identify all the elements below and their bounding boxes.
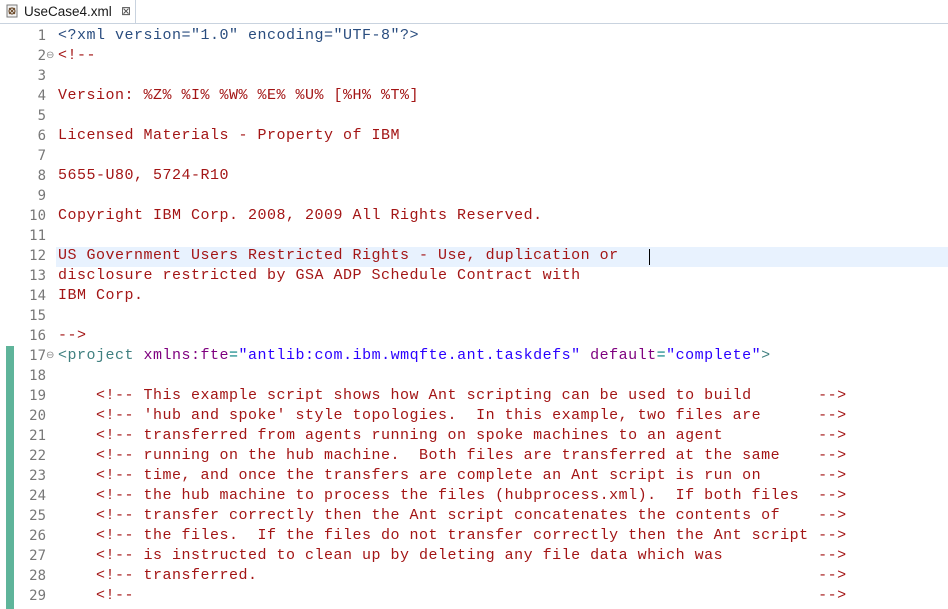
xml-equals: =	[229, 347, 239, 364]
code-text: <?xml version="1.0" encoding="UTF-8"?>	[58, 27, 420, 44]
code-line[interactable]: 16 -->	[0, 326, 948, 346]
code-line[interactable]: 1 <?xml version="1.0" encoding="UTF-8"?>	[0, 26, 948, 46]
code-line[interactable]: 23 <!-- time, and once the transfers are…	[0, 466, 948, 486]
code-text: <!-- transferred. -->	[58, 567, 847, 584]
code-line[interactable]: 18	[0, 366, 948, 386]
tab-usecase4-xml[interactable]: UseCase4.xml ⊠	[0, 0, 136, 23]
code-line[interactable]: 9	[0, 186, 948, 206]
code-text: Licensed Materials - Property of IBM	[58, 127, 401, 144]
xml-file-icon	[6, 4, 18, 18]
code-line[interactable]: 22 <!-- running on the hub machine. Both…	[0, 446, 948, 466]
code-line[interactable]: 25 <!-- transfer correctly then the Ant …	[0, 506, 948, 526]
code-text: IBM Corp.	[58, 287, 144, 304]
code-text: <project xmlns:fte="antlib:com.ibm.wmqft…	[58, 346, 771, 366]
line-number: 25	[29, 508, 46, 524]
line-number: 17	[29, 348, 46, 364]
xml-attribute-name: default	[580, 347, 657, 364]
line-number: 15	[29, 308, 46, 324]
xml-attribute-value: "complete"	[666, 347, 762, 364]
code-line[interactable]: 2 ⊖ <!--	[0, 46, 948, 66]
fold-toggle-icon[interactable]: ⊖	[46, 346, 56, 366]
line-number: 29	[29, 588, 46, 604]
code-text: -->	[58, 327, 87, 344]
close-icon[interactable]: ⊠	[121, 3, 131, 19]
code-line[interactable]: 15	[0, 306, 948, 326]
line-number: 13	[29, 268, 46, 284]
code-line[interactable]: 21 <!-- transferred from agents running …	[0, 426, 948, 446]
code-line[interactable]: 10 Copyright IBM Corp. 2008, 2009 All Rig…	[0, 206, 948, 226]
code-line[interactable]: 20 <!-- 'hub and spoke' style topologies…	[0, 406, 948, 426]
code-text: US Government Users Restricted Rights - …	[58, 247, 619, 264]
code-line[interactable]: 3	[0, 66, 948, 86]
line-number: 22	[29, 448, 46, 464]
code-text: <!-- 'hub and spoke' style topologies. I…	[58, 407, 847, 424]
code-text: <!-- the hub machine to process the file…	[58, 487, 847, 504]
tab-title: UseCase4.xml	[24, 4, 112, 19]
line-number: 18	[29, 368, 46, 384]
xml-tag-close: >	[761, 347, 771, 364]
fold-toggle-icon[interactable]: ⊖	[46, 46, 56, 66]
code-text: <!-- transfer correctly then the Ant scr…	[58, 507, 847, 524]
code-line[interactable]: 7	[0, 146, 948, 166]
line-number: 9	[37, 188, 46, 204]
line-number: 6	[37, 128, 46, 144]
code-text: disclosure restricted by GSA ADP Schedul…	[58, 267, 581, 284]
code-line[interactable]: 11	[0, 226, 948, 246]
line-number: 24	[29, 488, 46, 504]
code-line[interactable]: 8 5655-U80, 5724-R10	[0, 166, 948, 186]
code-line[interactable]: 28 <!-- transferred. -->	[0, 566, 948, 586]
code-text: <!-- is instructed to clean up by deleti…	[58, 547, 847, 564]
editor-tab-bar: UseCase4.xml ⊠	[0, 0, 948, 24]
line-number: 8	[37, 168, 46, 184]
line-number: 1	[37, 28, 46, 44]
code-line[interactable]: 4 Version: %Z% %I% %W% %E% %U% [%H% %T%]	[0, 86, 948, 106]
line-number: 7	[37, 148, 46, 164]
code-line[interactable]: 13 disclosure restricted by GSA ADP Sched…	[0, 266, 948, 286]
line-number: 10	[29, 208, 46, 224]
line-number: 19	[29, 388, 46, 404]
xml-source-editor[interactable]: 1 <?xml version="1.0" encoding="UTF-8"?> 2…	[0, 24, 948, 609]
line-number: 3	[37, 68, 46, 84]
code-line[interactable]: 27 <!-- is instructed to clean up by del…	[0, 546, 948, 566]
code-text: 5655-U80, 5724-R10	[58, 167, 230, 184]
line-number: 11	[29, 228, 46, 244]
code-line[interactable]: 6 Licensed Materials - Property of IBM	[0, 126, 948, 146]
code-text: <!-- time, and once the transfers are co…	[58, 467, 847, 484]
code-line[interactable]: 14 IBM Corp.	[0, 286, 948, 306]
line-number: 20	[29, 408, 46, 424]
line-number: 26	[29, 528, 46, 544]
code-text: <!-- running on the hub machine. Both fi…	[58, 447, 847, 464]
xml-equals: =	[656, 347, 667, 364]
code-text: Version: %Z% %I% %W% %E% %U% [%H% %T%]	[58, 87, 420, 104]
code-line[interactable]: 29 <!-- -->	[0, 586, 948, 606]
line-number: 14	[29, 288, 46, 304]
xml-attribute-value: "antlib:com.ibm.wmqfte.ant.taskdefs"	[238, 347, 581, 364]
xml-tag-name: <project	[58, 347, 144, 364]
line-number: 4	[37, 88, 46, 104]
code-text: <!-- transferred from agents running on …	[58, 427, 847, 444]
code-line[interactable]: 19 <!-- This example script shows how An…	[0, 386, 948, 406]
code-line[interactable]: 12 US Government Users Restricted Rights …	[0, 246, 948, 266]
code-text: <!-- This example script shows how Ant s…	[58, 387, 847, 404]
code-text: <!-- the files. If the files do not tran…	[58, 527, 847, 544]
line-number: 2	[37, 48, 46, 64]
code-text: <!-- -->	[58, 587, 847, 604]
code-text: <!--	[58, 47, 97, 64]
code-line[interactable]: 5	[0, 106, 948, 126]
line-number: 23	[29, 468, 46, 484]
code-text: Copyright IBM Corp. 2008, 2009 All Right…	[58, 207, 543, 224]
code-line[interactable]: 24 <!-- the hub machine to process the f…	[0, 486, 948, 506]
line-number: 21	[29, 428, 46, 444]
line-number: 16	[29, 328, 46, 344]
text-cursor	[649, 249, 650, 265]
code-line[interactable]: 17 ⊖ <project xmlns:fte="antlib:com.ibm.wm…	[0, 346, 948, 366]
code-line[interactable]: 26 <!-- the files. If the files do not t…	[0, 526, 948, 546]
line-number: 5	[37, 108, 46, 124]
line-number: 12	[29, 248, 46, 264]
line-number: 27	[29, 548, 46, 564]
line-number: 28	[29, 568, 46, 584]
xml-attribute-name: xmlns:fte	[143, 347, 230, 364]
